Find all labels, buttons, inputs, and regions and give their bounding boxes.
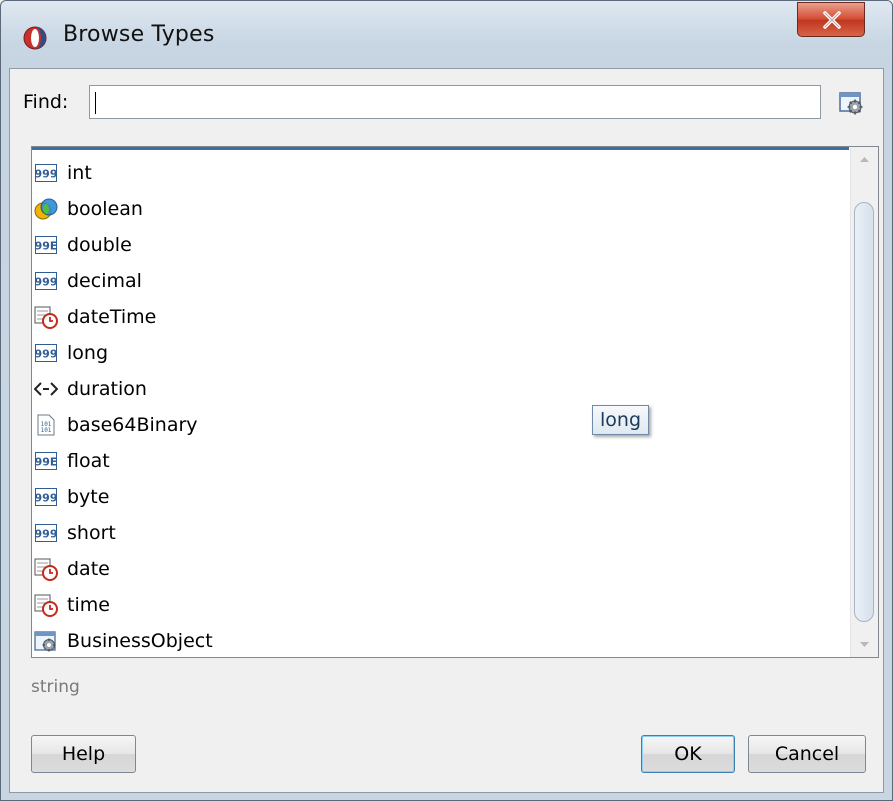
svg-text:999: 999: [35, 168, 57, 181]
svg-text:999: 999: [35, 276, 57, 289]
numeric-999-icon: 999: [34, 485, 58, 509]
svg-text:99E: 99E: [35, 456, 57, 469]
find-label: Find:: [23, 91, 69, 113]
boolean-circles-icon: [34, 197, 58, 221]
list-item[interactable]: 999 decimal: [34, 264, 142, 298]
calendar-clock-icon: [34, 593, 58, 617]
svg-text:999: 999: [35, 348, 57, 361]
list-item-label: int: [67, 162, 92, 184]
list-item-label: duration: [67, 378, 147, 400]
numeric-999-icon: 999: [34, 161, 58, 185]
list-item[interactable]: 99E float: [34, 444, 110, 478]
settings-gear-icon[interactable]: [837, 88, 865, 116]
list-item[interactable]: 999 short: [34, 516, 116, 550]
numeric-999-icon: 999: [34, 521, 58, 545]
list-item-label: time: [67, 594, 110, 616]
list-item[interactable]: boolean: [34, 192, 143, 226]
list-item-label: double: [67, 234, 132, 256]
list-item-label: float: [67, 450, 110, 472]
calendar-clock-icon: [34, 305, 58, 329]
svg-text:101: 101: [41, 427, 52, 434]
list-item-label: date: [67, 558, 110, 580]
scroll-thumb[interactable]: [854, 202, 874, 622]
list-item[interactable]: time: [34, 588, 110, 622]
list-top-border: [32, 147, 849, 150]
list-item[interactable]: 999 int: [34, 156, 92, 190]
scroll-up-arrow-icon: [860, 157, 869, 162]
close-button[interactable]: [797, 2, 865, 37]
list-item-label: base64Binary: [67, 414, 198, 436]
list-item[interactable]: 999 long: [34, 336, 108, 370]
scroll-down-arrow-icon: [860, 642, 869, 647]
binary-file-icon: 101 101: [34, 413, 58, 437]
list-item[interactable]: BusinessObject: [34, 624, 213, 657]
numeric-999-icon: 999: [34, 341, 58, 365]
list-item[interactable]: duration: [34, 372, 147, 406]
business-object-icon: [34, 629, 58, 653]
float-99E-icon: 99E: [34, 233, 58, 257]
list-item-label: byte: [67, 486, 110, 508]
scroll-up-button[interactable]: [851, 147, 878, 173]
types-list[interactable]: 999 int boolean 99E double 999 decimal d…: [31, 146, 879, 658]
hover-tooltip: long: [592, 405, 650, 435]
ok-button[interactable]: OK: [641, 735, 735, 773]
list-item-label: dateTime: [67, 306, 157, 328]
title-bar[interactable]: Browse Types: [1, 1, 892, 69]
list-item[interactable]: dateTime: [34, 300, 156, 334]
list-item-label: BusinessObject: [67, 630, 213, 652]
window-title: Browse Types: [63, 22, 215, 47]
cancel-button[interactable]: Cancel: [748, 735, 866, 773]
svg-text:999: 999: [35, 492, 57, 505]
list-item[interactable]: 99E double: [34, 228, 132, 262]
svg-text:999: 999: [35, 528, 57, 541]
list-item[interactable]: 101 101 base64Binary: [34, 408, 198, 442]
scroll-down-button[interactable]: [851, 631, 878, 657]
calendar-clock-icon: [34, 557, 58, 581]
svg-text:99E: 99E: [35, 240, 57, 253]
list-item[interactable]: date: [34, 552, 110, 586]
text-caret: [95, 92, 96, 114]
list-item-label: long: [67, 342, 109, 364]
list-item-label: decimal: [67, 270, 142, 292]
list-item[interactable]: 999 byte: [34, 480, 109, 514]
list-item-label: boolean: [67, 198, 143, 220]
browse-types-dialog: Browse Types Find: 999 int boolean 99E d…: [0, 0, 893, 801]
duration-arrows-icon: [34, 377, 58, 401]
vertical-scrollbar[interactable]: [850, 147, 878, 657]
help-button[interactable]: Help: [31, 735, 136, 773]
close-x-icon: [823, 11, 841, 29]
find-input[interactable]: [89, 85, 821, 119]
app-logo-icon: [23, 26, 47, 50]
float-99E-icon: 99E: [34, 449, 58, 473]
numeric-999-icon: 999: [34, 269, 58, 293]
status-text: string: [31, 677, 80, 697]
list-item-label: short: [67, 522, 116, 544]
